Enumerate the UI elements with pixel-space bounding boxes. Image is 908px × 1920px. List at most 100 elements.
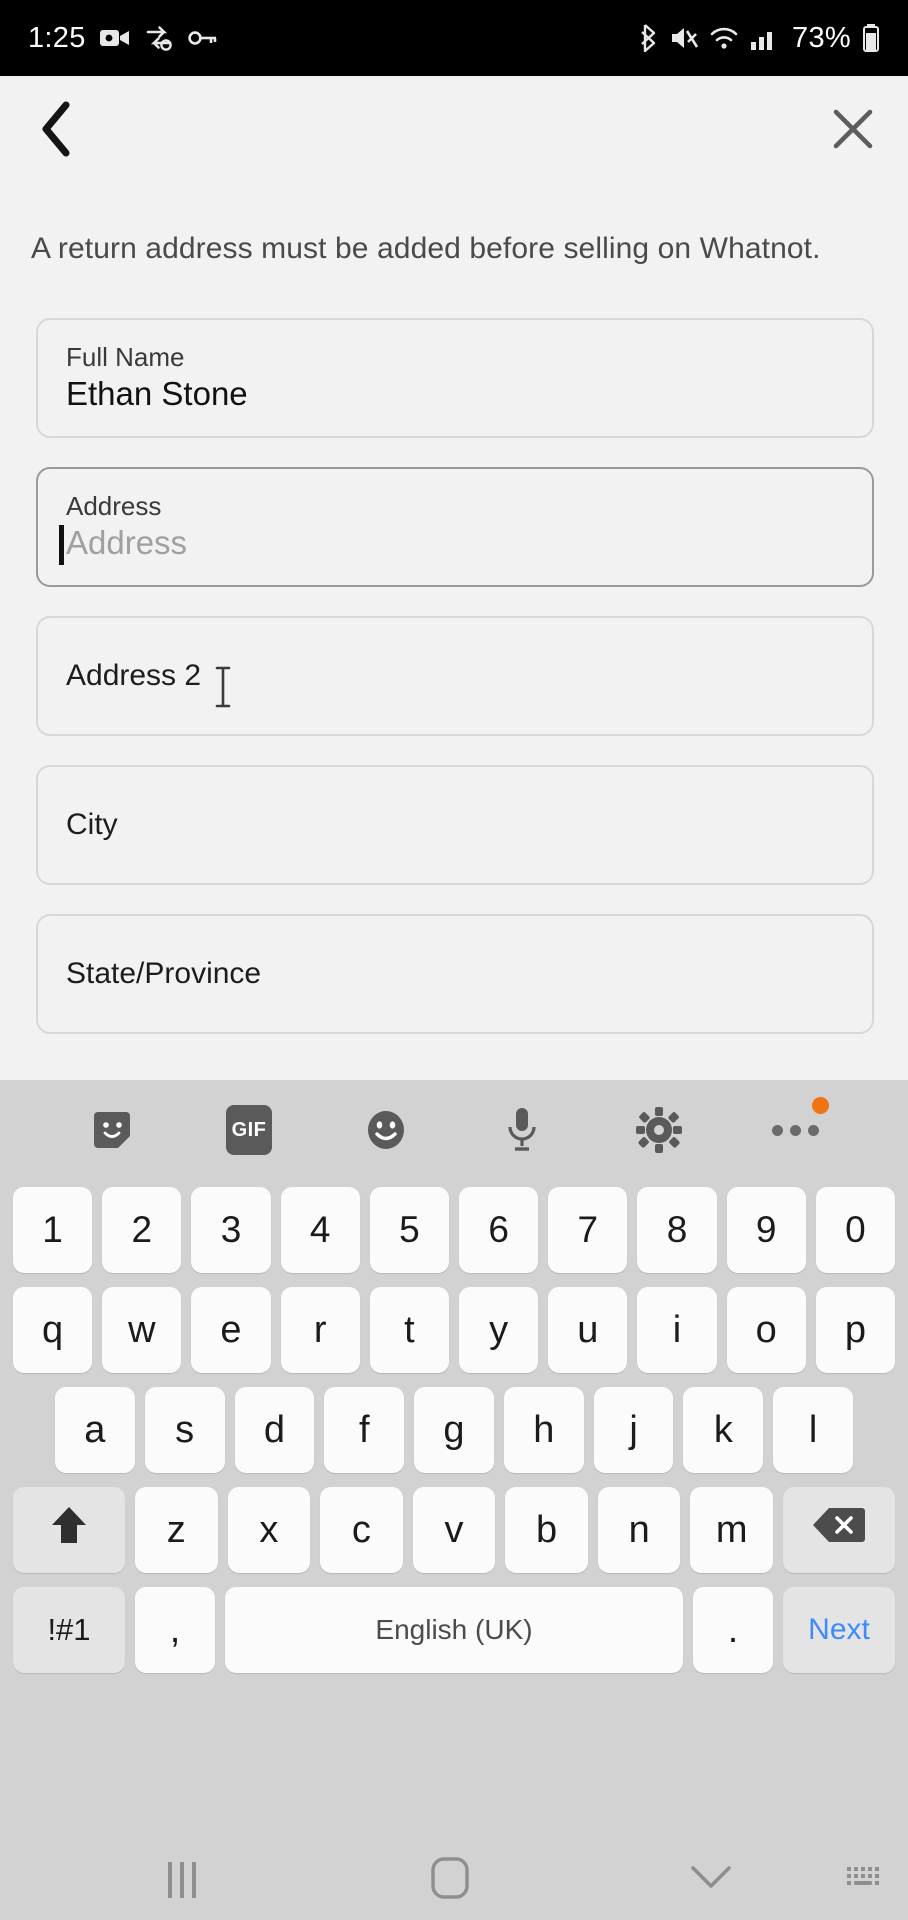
system-navigation-bar bbox=[0, 1840, 908, 1920]
field-state-province[interactable]: State/Province bbox=[36, 914, 874, 1034]
chevron-down-icon bbox=[690, 1864, 732, 1897]
battery-percent-label: 73% bbox=[792, 21, 851, 54]
return-address-form: Full Name Ethan Stone Address Address Ad… bbox=[36, 318, 874, 1063]
key-y[interactable]: y bbox=[459, 1287, 539, 1373]
more-options-icon[interactable] bbox=[765, 1097, 829, 1161]
key-w[interactable]: w bbox=[102, 1287, 182, 1373]
key-p[interactable]: p bbox=[815, 1287, 896, 1373]
key-8[interactable]: 8 bbox=[637, 1187, 717, 1273]
status-bar-right: 73% bbox=[639, 22, 880, 55]
microphone-icon[interactable] bbox=[491, 1099, 553, 1161]
gif-icon[interactable]: GIF bbox=[218, 1099, 280, 1161]
home-button[interactable] bbox=[430, 1856, 470, 1905]
on-screen-keyboard: GIF 1 2 3 4 5 6 7 8 9 0 q w e r t y u i … bbox=[0, 1080, 908, 1840]
field-state-province-label: State/Province bbox=[66, 957, 262, 990]
key-4[interactable]: 4 bbox=[280, 1187, 360, 1273]
field-full-name[interactable]: Full Name Ethan Stone bbox=[36, 318, 874, 438]
status-bar-left: 1:25 bbox=[28, 22, 218, 55]
close-button[interactable] bbox=[822, 100, 884, 162]
key-next[interactable]: Next bbox=[783, 1587, 895, 1673]
key-a[interactable]: a bbox=[54, 1387, 135, 1473]
key-6[interactable]: 6 bbox=[459, 1187, 539, 1273]
key-s[interactable]: s bbox=[144, 1387, 225, 1473]
key-r[interactable]: r bbox=[280, 1287, 360, 1373]
key-3[interactable]: 3 bbox=[191, 1187, 271, 1273]
recents-button[interactable] bbox=[168, 1862, 196, 1898]
key-l[interactable]: l bbox=[773, 1387, 854, 1473]
key-b[interactable]: b bbox=[505, 1487, 588, 1573]
field-address-2-label: Address 2 bbox=[66, 659, 202, 692]
key-g[interactable]: g bbox=[414, 1387, 494, 1473]
key-7[interactable]: 7 bbox=[548, 1187, 628, 1273]
battery-icon bbox=[862, 23, 880, 53]
key-0[interactable]: 0 bbox=[815, 1187, 896, 1273]
gear-icon[interactable] bbox=[628, 1099, 690, 1161]
key-symbols[interactable]: !#1 bbox=[13, 1587, 125, 1673]
key-t[interactable]: t bbox=[369, 1287, 449, 1373]
field-address-2[interactable]: Address 2 bbox=[36, 616, 874, 736]
mute-icon bbox=[670, 25, 699, 51]
keyboard-row-home: a s d f g h j k l bbox=[8, 1380, 900, 1480]
cellular-signal-icon bbox=[750, 25, 778, 51]
backspace-icon bbox=[812, 1505, 866, 1555]
key-q[interactable]: q bbox=[12, 1287, 93, 1373]
field-address-label: Address bbox=[66, 491, 162, 522]
ibeam-cursor-icon bbox=[213, 665, 233, 709]
wifi-icon bbox=[709, 25, 739, 51]
key-comma[interactable]: , bbox=[135, 1587, 215, 1673]
emoji-icon[interactable] bbox=[355, 1099, 417, 1161]
key-n[interactable]: n bbox=[597, 1487, 681, 1573]
field-city-label: City bbox=[66, 808, 118, 841]
key-backspace[interactable] bbox=[783, 1487, 896, 1573]
field-full-name-label: Full Name bbox=[66, 342, 185, 373]
field-address-placeholder: Address bbox=[59, 523, 844, 566]
chevron-left-icon bbox=[37, 100, 77, 163]
key-h[interactable]: h bbox=[503, 1387, 584, 1473]
keyboard-toolbar: GIF bbox=[0, 1080, 908, 1180]
keyboard-row-functions: !#1 , English (UK) . Next bbox=[8, 1580, 900, 1680]
keyboard-row-bottom-letters: z x c v b n m bbox=[8, 1480, 900, 1580]
key-u[interactable]: u bbox=[548, 1287, 628, 1373]
key-9[interactable]: 9 bbox=[726, 1187, 806, 1273]
app-header bbox=[0, 76, 908, 186]
key-z[interactable]: z bbox=[134, 1487, 218, 1573]
hide-keyboard-button[interactable] bbox=[690, 1864, 732, 1897]
key-k[interactable]: k bbox=[683, 1387, 764, 1473]
key-o[interactable]: o bbox=[726, 1287, 806, 1373]
key-m[interactable]: m bbox=[690, 1487, 774, 1573]
text-caret bbox=[59, 525, 64, 566]
camera-icon bbox=[99, 26, 130, 50]
shift-up-arrow-icon bbox=[48, 1503, 90, 1557]
keyboard-icon bbox=[845, 1863, 885, 1898]
home-icon bbox=[430, 1856, 470, 1905]
key-period[interactable]: . bbox=[693, 1587, 773, 1673]
overflow-dots bbox=[772, 1124, 820, 1136]
key-c[interactable]: c bbox=[320, 1487, 403, 1573]
status-bar: 1:25 73% bbox=[0, 0, 908, 76]
key-5[interactable]: 5 bbox=[369, 1187, 449, 1273]
key-shift[interactable] bbox=[12, 1487, 125, 1573]
field-address[interactable]: Address Address bbox=[36, 467, 874, 587]
key-d[interactable]: d bbox=[234, 1387, 315, 1473]
key-e[interactable]: e bbox=[191, 1287, 271, 1373]
field-full-name-value: Ethan Stone bbox=[66, 375, 248, 413]
return-address-notice: A return address must be added before se… bbox=[31, 232, 821, 265]
sticker-icon[interactable] bbox=[81, 1099, 143, 1161]
field-city[interactable]: City bbox=[36, 765, 874, 885]
key-x[interactable]: x bbox=[227, 1487, 311, 1573]
key-i[interactable]: i bbox=[637, 1287, 717, 1373]
key-v[interactable]: v bbox=[412, 1487, 496, 1573]
key-j[interactable]: j bbox=[593, 1387, 674, 1473]
gif-label: GIF bbox=[225, 1105, 272, 1155]
back-button[interactable] bbox=[24, 98, 90, 164]
keyboard-row-qwerty: q w e r t y u i o p bbox=[8, 1280, 900, 1380]
key-2[interactable]: 2 bbox=[102, 1187, 182, 1273]
key-space[interactable]: English (UK) bbox=[225, 1587, 683, 1673]
keyboard-rows: 1 2 3 4 5 6 7 8 9 0 q w e r t y u i o p … bbox=[0, 1180, 908, 1680]
phone-screen: 1:25 73% A return address must be added … bbox=[0, 0, 908, 1920]
close-x-icon bbox=[830, 106, 876, 157]
key-f[interactable]: f bbox=[324, 1387, 405, 1473]
switch-keyboard-button[interactable] bbox=[845, 1863, 885, 1898]
bluetooth-icon bbox=[639, 23, 659, 53]
key-1[interactable]: 1 bbox=[12, 1187, 93, 1273]
